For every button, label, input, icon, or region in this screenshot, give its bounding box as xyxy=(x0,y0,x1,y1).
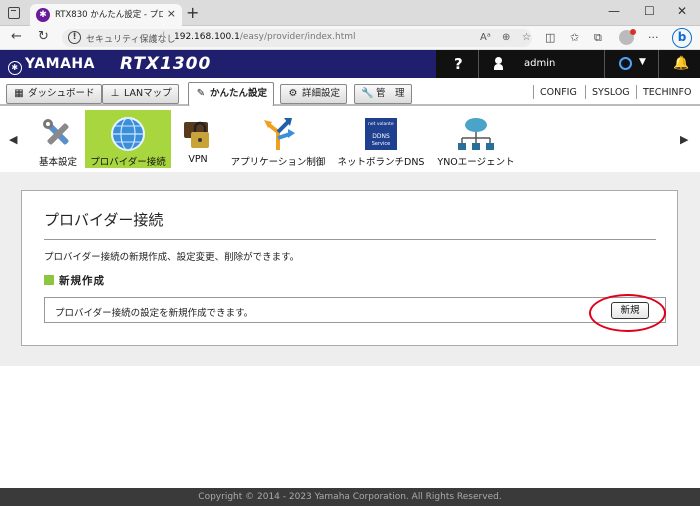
section-title: 新規作成 xyxy=(59,275,105,287)
help-icon[interactable]: ? xyxy=(454,55,463,73)
page-description: プロバイダー接続の新規作成、設定変更、削除ができます。 xyxy=(44,252,300,263)
lanmap-icon: ⊥ xyxy=(110,88,120,99)
divider xyxy=(636,85,637,99)
svg-text:Service: Service xyxy=(372,141,390,147)
submenu-yno-agent[interactable]: YNOエージェント xyxy=(436,110,516,168)
ddns-icon: net volante DDNS Service xyxy=(365,118,397,150)
back-icon[interactable]: ← xyxy=(11,29,22,44)
tab-easy-setup[interactable]: ✎ かんたん設定 xyxy=(188,82,275,106)
wrench-icon: 🔧 xyxy=(361,88,374,99)
yno-agent-icon xyxy=(458,118,494,150)
divider xyxy=(585,85,586,99)
tab-dashboard[interactable]: ▦ ダッシュボード xyxy=(6,84,102,104)
browser-address-bar: ← ↻ ! セキュリティ保護なし | 192.168.100.1/easy/pr… xyxy=(0,26,700,50)
warning-icon[interactable]: ! xyxy=(68,31,81,44)
divider xyxy=(658,50,659,78)
bell-icon[interactable]: 🔔 xyxy=(673,56,689,71)
tab-actions-icon[interactable] xyxy=(8,7,20,19)
main-menu: ▦ ダッシュボード ⊥ LANマップ ✎ かんたん設定 ⚙ 詳細設定 🔧 管 理 CONF… xyxy=(0,80,700,106)
tab-title: RTX830 かんたん設定 - プロバイダー接 xyxy=(55,10,163,20)
tuning-fork-icon: ✱ xyxy=(8,61,22,75)
app-header: ✱ YAMAHA RTX1300 ? admin ▼ 🔔 xyxy=(0,50,700,78)
page-title: プロバイダー接続 xyxy=(44,211,164,229)
submenu-label: ネットボランチDNS xyxy=(337,157,425,168)
favorites-icon[interactable]: ✩ xyxy=(570,31,579,44)
favorite-icon[interactable]: ☆ xyxy=(522,32,531,43)
submenu-label: 基本設定 xyxy=(38,157,77,168)
read-aloud-icon[interactable]: Aᵃ xyxy=(480,32,491,43)
refresh-icon[interactable]: ↻ xyxy=(38,29,49,44)
tab-label: かんたん設定 xyxy=(210,88,268,99)
more-icon[interactable]: ··· xyxy=(648,31,659,44)
submenu-basic-settings[interactable]: 基本設定 xyxy=(32,110,84,168)
svg-text:DDNS: DDNS xyxy=(372,133,390,140)
tab-management[interactable]: 🔧 管 理 xyxy=(354,84,412,104)
url-host: 192.168.100.1 xyxy=(174,32,240,42)
submenu-label: アプリケーション制御 xyxy=(230,157,326,168)
tab-close-icon[interactable]: × xyxy=(167,7,176,20)
tab-label: 詳細設定 xyxy=(302,88,341,99)
highlight-annotation xyxy=(589,294,666,332)
app-control-icon xyxy=(264,118,295,150)
scroll-right-icon[interactable]: ▶ xyxy=(680,133,688,146)
syslog-link[interactable]: SYSLOG xyxy=(592,87,630,98)
submenu-vpn[interactable]: VPN xyxy=(178,110,218,168)
row-description: プロバイダー接続の設定を新規作成できます。 xyxy=(55,308,254,319)
divider xyxy=(604,50,605,78)
bing-copilot-icon[interactable]: b xyxy=(672,28,692,48)
close-window-button[interactable]: ✕ xyxy=(677,4,687,18)
yamaha-logo: ✱ YAMAHA xyxy=(8,56,95,75)
footer-copyright: Copyright © 2014 - 2023 Yamaha Corporati… xyxy=(0,488,700,506)
submenu-netvolante-dns[interactable]: net volante DDNS Service ネットボランチDNS xyxy=(336,110,426,168)
globe-icon xyxy=(111,117,145,151)
submenu-label: YNOエージェント xyxy=(437,157,515,168)
basic-settings-icon xyxy=(43,119,69,145)
tab-lanmap[interactable]: ⊥ LANマップ xyxy=(102,84,179,104)
submenu-label: VPN xyxy=(188,154,208,165)
chevron-down-icon[interactable]: ▼ xyxy=(639,57,646,67)
gear-icon: ⚙ xyxy=(288,88,298,99)
dashboard-icon: ▦ xyxy=(14,88,24,99)
url-text[interactable]: 192.168.100.1/easy/provider/index.html xyxy=(174,32,356,42)
model-name: RTX1300 xyxy=(120,54,212,74)
sub-menu: ◀ 基本設定 プロバイダー接続 VPN アプリケーション制御 net volan… xyxy=(0,108,700,170)
tab-label: ダッシュボード xyxy=(28,88,95,99)
techinfo-link[interactable]: TECHINFO xyxy=(643,87,691,98)
tab-advanced-settings[interactable]: ⚙ 詳細設定 xyxy=(280,84,348,104)
vpn-icon xyxy=(184,121,209,148)
collections-icon[interactable]: ⧉ xyxy=(594,31,602,45)
title-divider xyxy=(44,239,656,240)
user-icon xyxy=(494,57,503,70)
easy-setup-icon: ✎ xyxy=(196,88,206,99)
username[interactable]: admin xyxy=(524,58,555,69)
zoom-icon[interactable]: ⊕ xyxy=(502,32,510,43)
divider xyxy=(533,85,534,99)
divider xyxy=(478,50,479,78)
config-link[interactable]: CONFIG xyxy=(540,87,577,98)
browser-tab-bar: ✱ RTX830 かんたん設定 - プロバイダー接 × + — ☐ ✕ xyxy=(0,0,700,26)
split-screen-icon[interactable]: ◫ xyxy=(545,31,555,44)
ddns-badge-top: net volante xyxy=(368,121,394,127)
browser-tab[interactable]: ✱ RTX830 かんたん設定 - プロバイダー接 × xyxy=(30,4,182,26)
section-marker xyxy=(44,275,54,285)
minimize-button[interactable]: — xyxy=(608,4,620,18)
url-divider: | xyxy=(162,31,166,42)
url-path: /easy/provider/index.html xyxy=(239,32,356,42)
status-ring-icon[interactable] xyxy=(619,57,632,70)
new-tab-button[interactable]: + xyxy=(186,3,199,22)
provider-panel: プロバイダー接続 プロバイダー接続の新規作成、設定変更、削除ができます。 新規作… xyxy=(21,190,678,346)
scroll-left-icon[interactable]: ◀ xyxy=(9,133,17,146)
header-toolbar: ? admin ▼ 🔔 xyxy=(436,50,700,78)
url-input[interactable]: ! セキュリティ保護なし | 192.168.100.1/easy/provid… xyxy=(62,29,532,47)
submenu-label: プロバイダー接続 xyxy=(90,157,166,168)
new-connection-row: プロバイダー接続の設定を新規作成できます。 新規 xyxy=(44,297,666,323)
notification-dot xyxy=(630,29,636,35)
tab-label: LANマップ xyxy=(124,88,172,99)
submenu-provider[interactable]: プロバイダー接続 xyxy=(85,110,171,168)
submenu-app-control[interactable]: アプリケーション制御 xyxy=(228,110,328,168)
brand-name: YAMAHA xyxy=(25,56,95,72)
yamaha-favicon-icon: ✱ xyxy=(36,8,50,22)
tab-label: 管 理 xyxy=(376,88,405,99)
maximize-button[interactable]: ☐ xyxy=(644,4,655,18)
